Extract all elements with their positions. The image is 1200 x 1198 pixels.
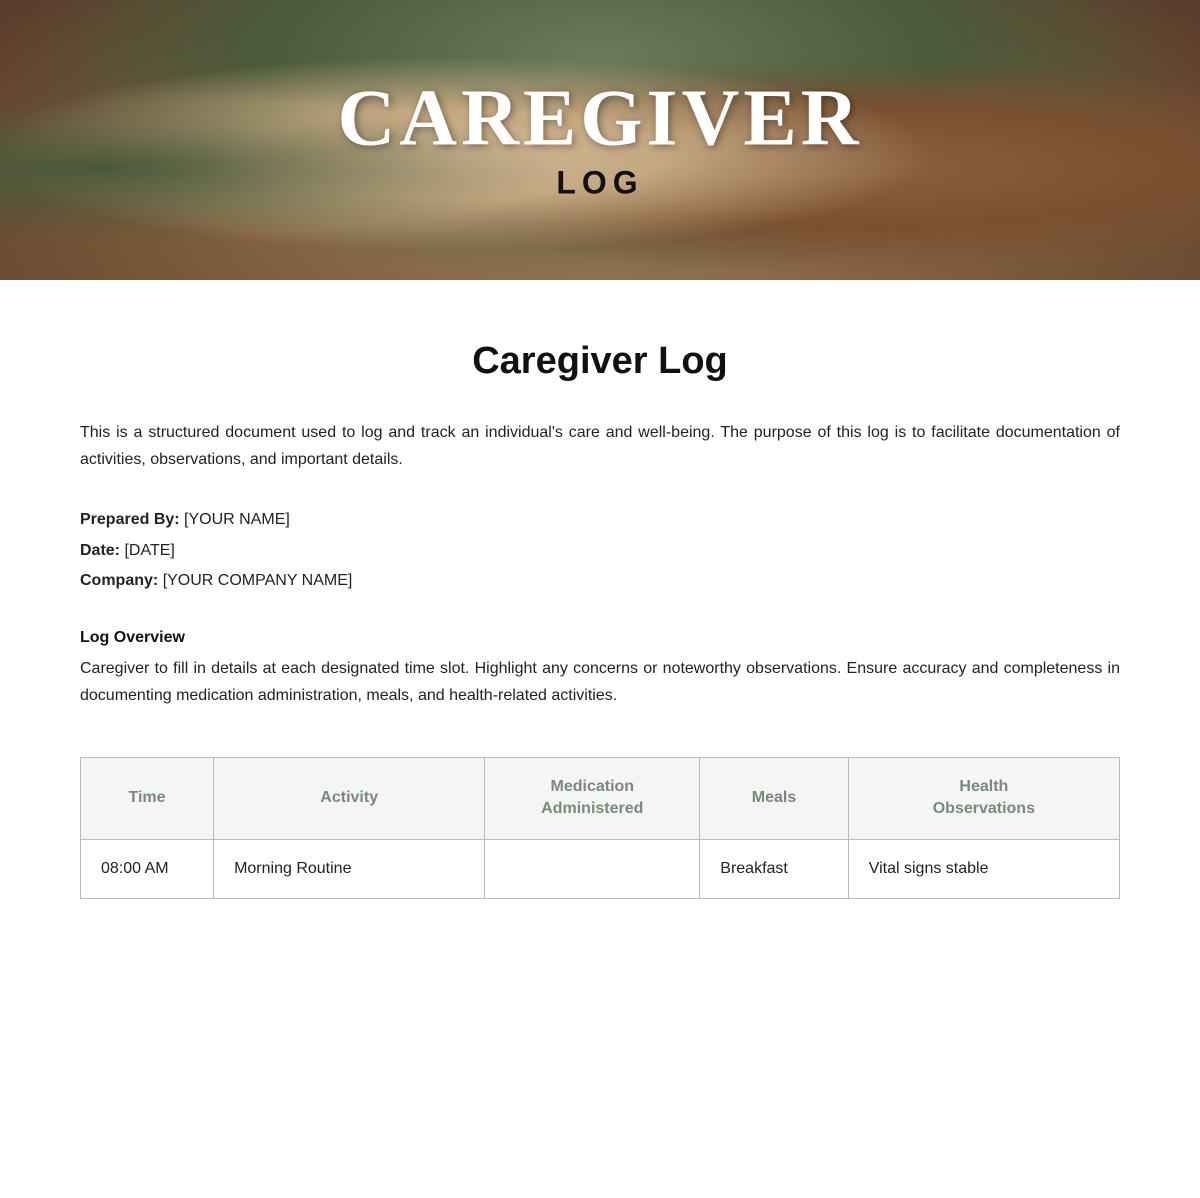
header-meals: Meals: [700, 757, 848, 839]
header-time: Time: [81, 757, 214, 839]
hero-text-container: CAREGIVER LOG: [338, 79, 863, 202]
table-header-row: Time Activity MedicationAdministered Mea…: [81, 757, 1120, 839]
hero-subtitle: LOG: [338, 165, 863, 202]
prepared-by-line: Prepared By: [YOUR NAME]: [80, 505, 1120, 535]
document-title: Caregiver Log: [80, 340, 1120, 383]
cell-activity: Morning Routine: [214, 839, 485, 898]
main-content: Caregiver Log This is a structured docum…: [0, 280, 1200, 959]
cell-health: Vital signs stable: [848, 839, 1119, 898]
intro-paragraph: This is a structured document used to lo…: [80, 419, 1120, 473]
prepared-by-label: Prepared By:: [80, 511, 180, 528]
company-line: Company: [YOUR COMPANY NAME]: [80, 566, 1120, 596]
prepared-by-value: [YOUR NAME]: [184, 511, 290, 528]
overview-text: Caregiver to fill in details at each des…: [80, 655, 1120, 709]
company-value: [YOUR COMPANY NAME]: [163, 572, 353, 589]
hero-title: CAREGIVER: [338, 79, 863, 159]
table-row: 08:00 AMMorning Routine BreakfastVital si…: [81, 839, 1120, 898]
log-table: Time Activity MedicationAdministered Mea…: [80, 757, 1120, 899]
overview-heading: Log Overview: [80, 629, 1120, 647]
date-value: [DATE]: [124, 542, 174, 559]
header-health: HealthObservations: [848, 757, 1119, 839]
header-medication: MedicationAdministered: [485, 757, 700, 839]
date-line: Date: [DATE]: [80, 536, 1120, 566]
company-label: Company:: [80, 572, 158, 589]
header-activity: Activity: [214, 757, 485, 839]
date-label: Date:: [80, 542, 120, 559]
cell-medication: [485, 839, 700, 898]
hero-section: CAREGIVER LOG: [0, 0, 1200, 280]
meta-section: Prepared By: [YOUR NAME] Date: [DATE] Co…: [80, 505, 1120, 596]
cell-meals: Breakfast: [700, 839, 848, 898]
cell-time: 08:00 AM: [81, 839, 214, 898]
